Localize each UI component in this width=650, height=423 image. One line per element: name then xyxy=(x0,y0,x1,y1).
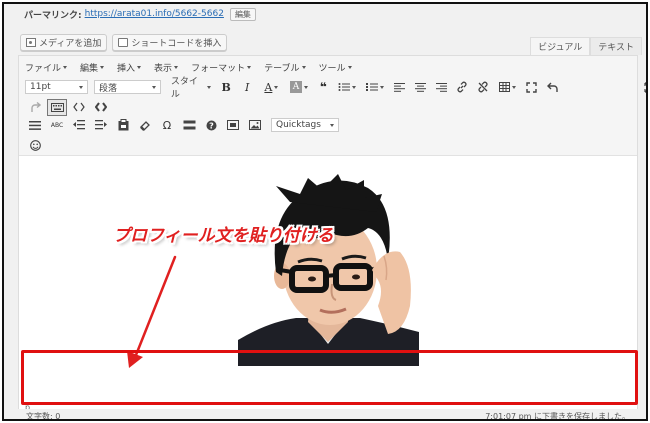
screenshot-frame: パーマリンク: https://arata01.info/5662-5662 編… xyxy=(2,2,648,421)
tab-visual[interactable]: ビジュアル xyxy=(530,37,591,55)
toolbar-row-2 xyxy=(25,98,111,116)
font-size-select[interactable]: 11pt xyxy=(25,80,89,94)
menu-insert[interactable]: 挿入 xyxy=(117,61,142,74)
special-character-icon[interactable]: Ω xyxy=(157,117,177,134)
page-break-icon[interactable] xyxy=(179,117,199,134)
emoji-icon[interactable] xyxy=(25,137,45,154)
add-media-label: メディアを追加 xyxy=(39,39,102,49)
numbered-list-icon[interactable] xyxy=(362,79,388,96)
fullscreen-icon[interactable] xyxy=(522,79,541,96)
permalink-bar: パーマリンク: https://arata01.info/5662-5662 編… xyxy=(24,6,256,22)
blockquote-icon[interactable]: ❝ xyxy=(314,79,333,96)
clear-format-icon[interactable] xyxy=(135,117,155,134)
autosave-status: 7:01:07 pm に下書きを保存しました。 xyxy=(485,411,630,421)
annotation-text: プロフィール文を貼り付ける xyxy=(113,226,334,246)
image-icon[interactable] xyxy=(245,117,265,134)
bullet-list-icon[interactable] xyxy=(335,79,361,96)
menu-format[interactable]: フォーマット xyxy=(191,61,252,74)
insert-shortcode-button[interactable]: ショートコードを挿入 xyxy=(112,34,228,51)
editor: ファイル 編集 挿入 表示 フォーマット テーブル ツール 11pt 段落 スタ… xyxy=(18,55,646,412)
source-code-icon[interactable] xyxy=(91,99,111,116)
media-buttons: メディアを追加 ショートコードを挿入 xyxy=(20,34,228,51)
menu-view[interactable]: 表示 xyxy=(154,61,179,74)
menu-tools[interactable]: ツール xyxy=(319,61,352,74)
link-icon[interactable] xyxy=(453,79,472,96)
tab-text[interactable]: テキスト xyxy=(590,37,642,55)
permalink-edit-button[interactable]: 編集 xyxy=(229,7,256,21)
permalink-url[interactable]: https://arata01.info/5662-5662 xyxy=(85,9,224,19)
permalink-label: パーマリンク: xyxy=(24,10,82,21)
spellcheck-icon[interactable]: ABC xyxy=(47,117,67,134)
svg-text:?: ? xyxy=(209,121,214,130)
menu-edit[interactable]: 編集 xyxy=(80,61,105,74)
outdent-icon[interactable] xyxy=(69,117,89,134)
redo-icon[interactable] xyxy=(25,99,45,116)
highlight-box xyxy=(21,350,638,405)
highlight-color-button[interactable]: A xyxy=(286,79,312,96)
keyboard-icon[interactable] xyxy=(47,98,67,116)
text-color-button[interactable]: A xyxy=(259,79,285,96)
align-center-icon[interactable] xyxy=(411,79,430,96)
code-icon[interactable] xyxy=(69,99,89,116)
align-left-icon[interactable] xyxy=(390,79,409,96)
status-bar: 文字数: 0 7:01:07 pm に下書きを保存しました。 xyxy=(18,409,638,421)
quicktags-select[interactable]: Quicktags xyxy=(271,118,339,132)
word-count: 文字数: 0 xyxy=(26,411,61,421)
editor-tabs: ビジュアル テキスト xyxy=(530,37,642,55)
menu-table[interactable]: テーブル xyxy=(264,61,306,74)
bold-button[interactable]: B xyxy=(217,79,236,96)
paste-icon[interactable] xyxy=(113,117,133,134)
media-embed-icon[interactable] xyxy=(223,117,243,134)
add-media-button[interactable]: メディアを追加 xyxy=(20,34,108,51)
toolbar-row-4 xyxy=(25,136,45,154)
table-icon[interactable] xyxy=(495,79,521,96)
italic-button[interactable]: I xyxy=(238,79,257,96)
toolbar-row-1: 11pt 段落 スタイル B I A A ❝ xyxy=(25,77,646,100)
unlink-icon[interactable] xyxy=(474,79,493,96)
expand-toolbar-icon[interactable] xyxy=(640,79,646,96)
insert-shortcode-label: ショートコードを挿入 xyxy=(131,39,222,49)
undo-icon[interactable] xyxy=(543,79,562,96)
profile-photo xyxy=(238,172,419,366)
menu-file[interactable]: ファイル xyxy=(25,61,68,74)
shortcode-icon xyxy=(118,38,129,47)
editor-toolbar: ファイル 編集 挿入 表示 フォーマット テーブル ツール 11pt 段落 スタ… xyxy=(19,56,646,156)
toolbar-row-3: ABC Ω ? Quicktags xyxy=(25,116,339,134)
help-icon[interactable]: ? xyxy=(201,117,221,134)
align-right-icon[interactable] xyxy=(432,79,451,96)
editor-content[interactable]: プロフィール文を貼り付ける p xyxy=(19,157,638,412)
horizontal-line-icon[interactable] xyxy=(25,117,45,134)
media-icon xyxy=(26,38,36,47)
indent-icon[interactable] xyxy=(91,117,111,134)
style-dropdown[interactable]: スタイル xyxy=(167,77,215,100)
paragraph-select[interactable]: 段落 xyxy=(94,80,161,94)
